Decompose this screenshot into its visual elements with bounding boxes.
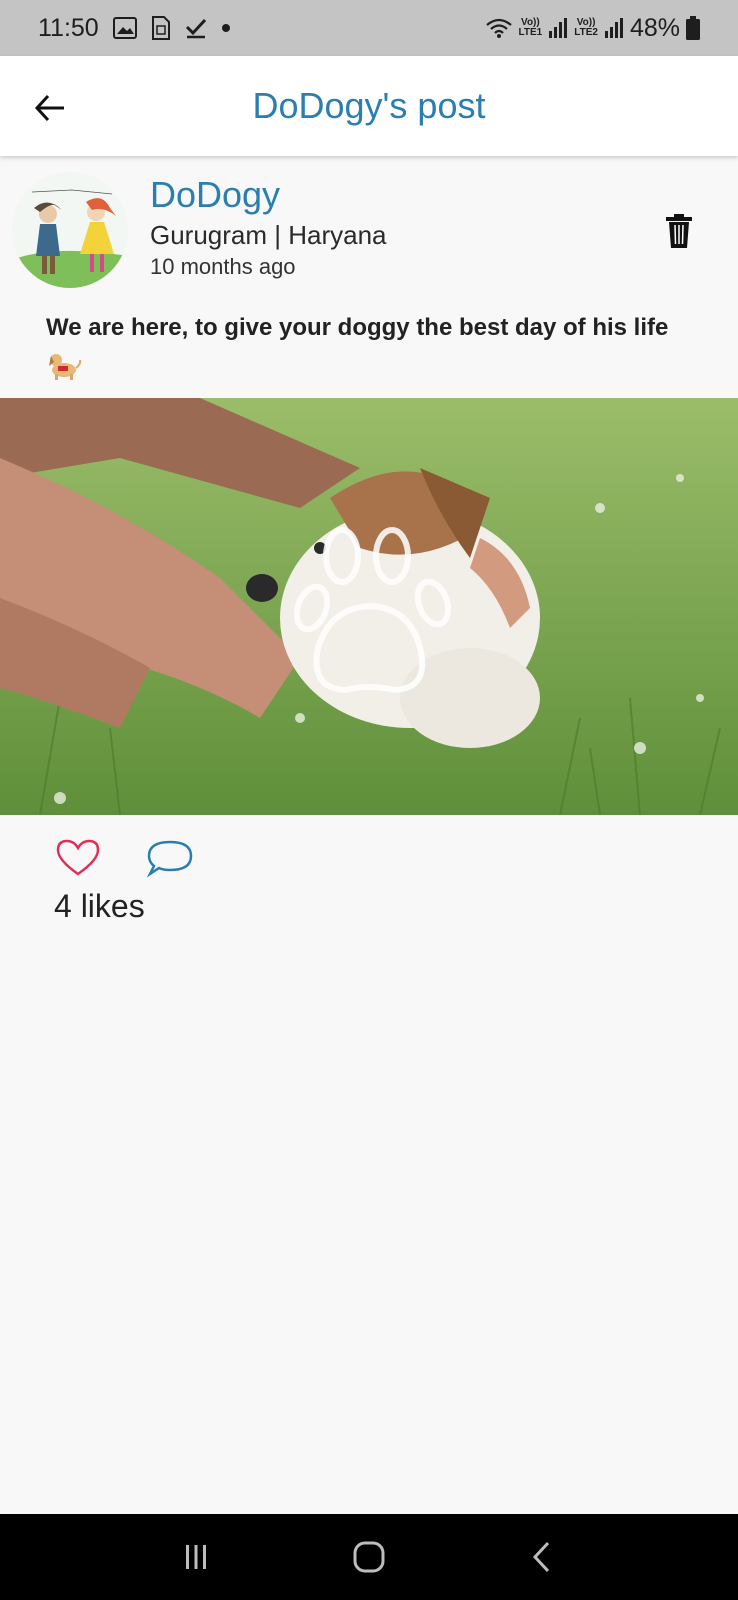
sim1-label: Vo)) LTE1 xyxy=(518,17,543,38)
home-button[interactable] xyxy=(339,1527,399,1587)
delete-button[interactable] xyxy=(666,214,702,254)
avatar-illustration xyxy=(12,172,128,288)
dot-icon xyxy=(221,23,231,33)
like-button[interactable] xyxy=(54,838,102,882)
comment-icon xyxy=(146,840,193,878)
back-button[interactable] xyxy=(28,86,72,130)
clock: 11:50 xyxy=(38,13,99,42)
timestamp: 10 months ago xyxy=(150,254,296,279)
post-image[interactable] xyxy=(0,398,738,815)
dog-emoji-icon xyxy=(49,354,82,380)
app-bar: DoDogy's post xyxy=(0,56,738,156)
page-title: DoDogy's post xyxy=(252,85,486,126)
sim2-label: Vo)) LTE2 xyxy=(574,17,598,38)
arrow-left-icon xyxy=(34,94,64,122)
battery-percent: 48% xyxy=(629,13,680,42)
location: Gurugram | Haryana xyxy=(150,220,387,250)
home-icon xyxy=(353,1541,385,1573)
username[interactable]: DoDogy xyxy=(150,174,280,216)
sim-card-icon xyxy=(151,16,171,40)
dog-photo xyxy=(0,398,738,815)
system-nav-bar xyxy=(0,1514,738,1600)
post-caption: We are here, to give your doggy the best… xyxy=(46,312,726,382)
post-header: DoDogy Gurugram | Haryana 10 months ago xyxy=(0,156,738,296)
system-back-button[interactable] xyxy=(512,1527,572,1587)
avatar[interactable] xyxy=(12,172,128,288)
recent-apps-button[interactable] xyxy=(166,1527,226,1587)
battery-icon xyxy=(686,16,700,40)
signal-icon xyxy=(604,17,624,39)
status-bar: 11:50 Vo)) LTE1 Vo)) LTE2 48% xyxy=(0,0,738,56)
heart-icon xyxy=(56,839,100,876)
comment-button[interactable] xyxy=(146,838,194,882)
trash-icon xyxy=(666,214,692,248)
post-actions xyxy=(0,838,738,888)
signal-icon xyxy=(548,17,568,39)
gallery-icon xyxy=(112,17,137,39)
checkmark-icon xyxy=(185,17,207,39)
caption-text: We are here, to give your doggy the best… xyxy=(46,314,669,341)
likes-count[interactable]: 4 likes xyxy=(54,888,145,925)
recent-apps-icon xyxy=(186,1545,207,1569)
wifi-icon xyxy=(485,17,513,39)
chevron-left-icon xyxy=(532,1541,549,1573)
